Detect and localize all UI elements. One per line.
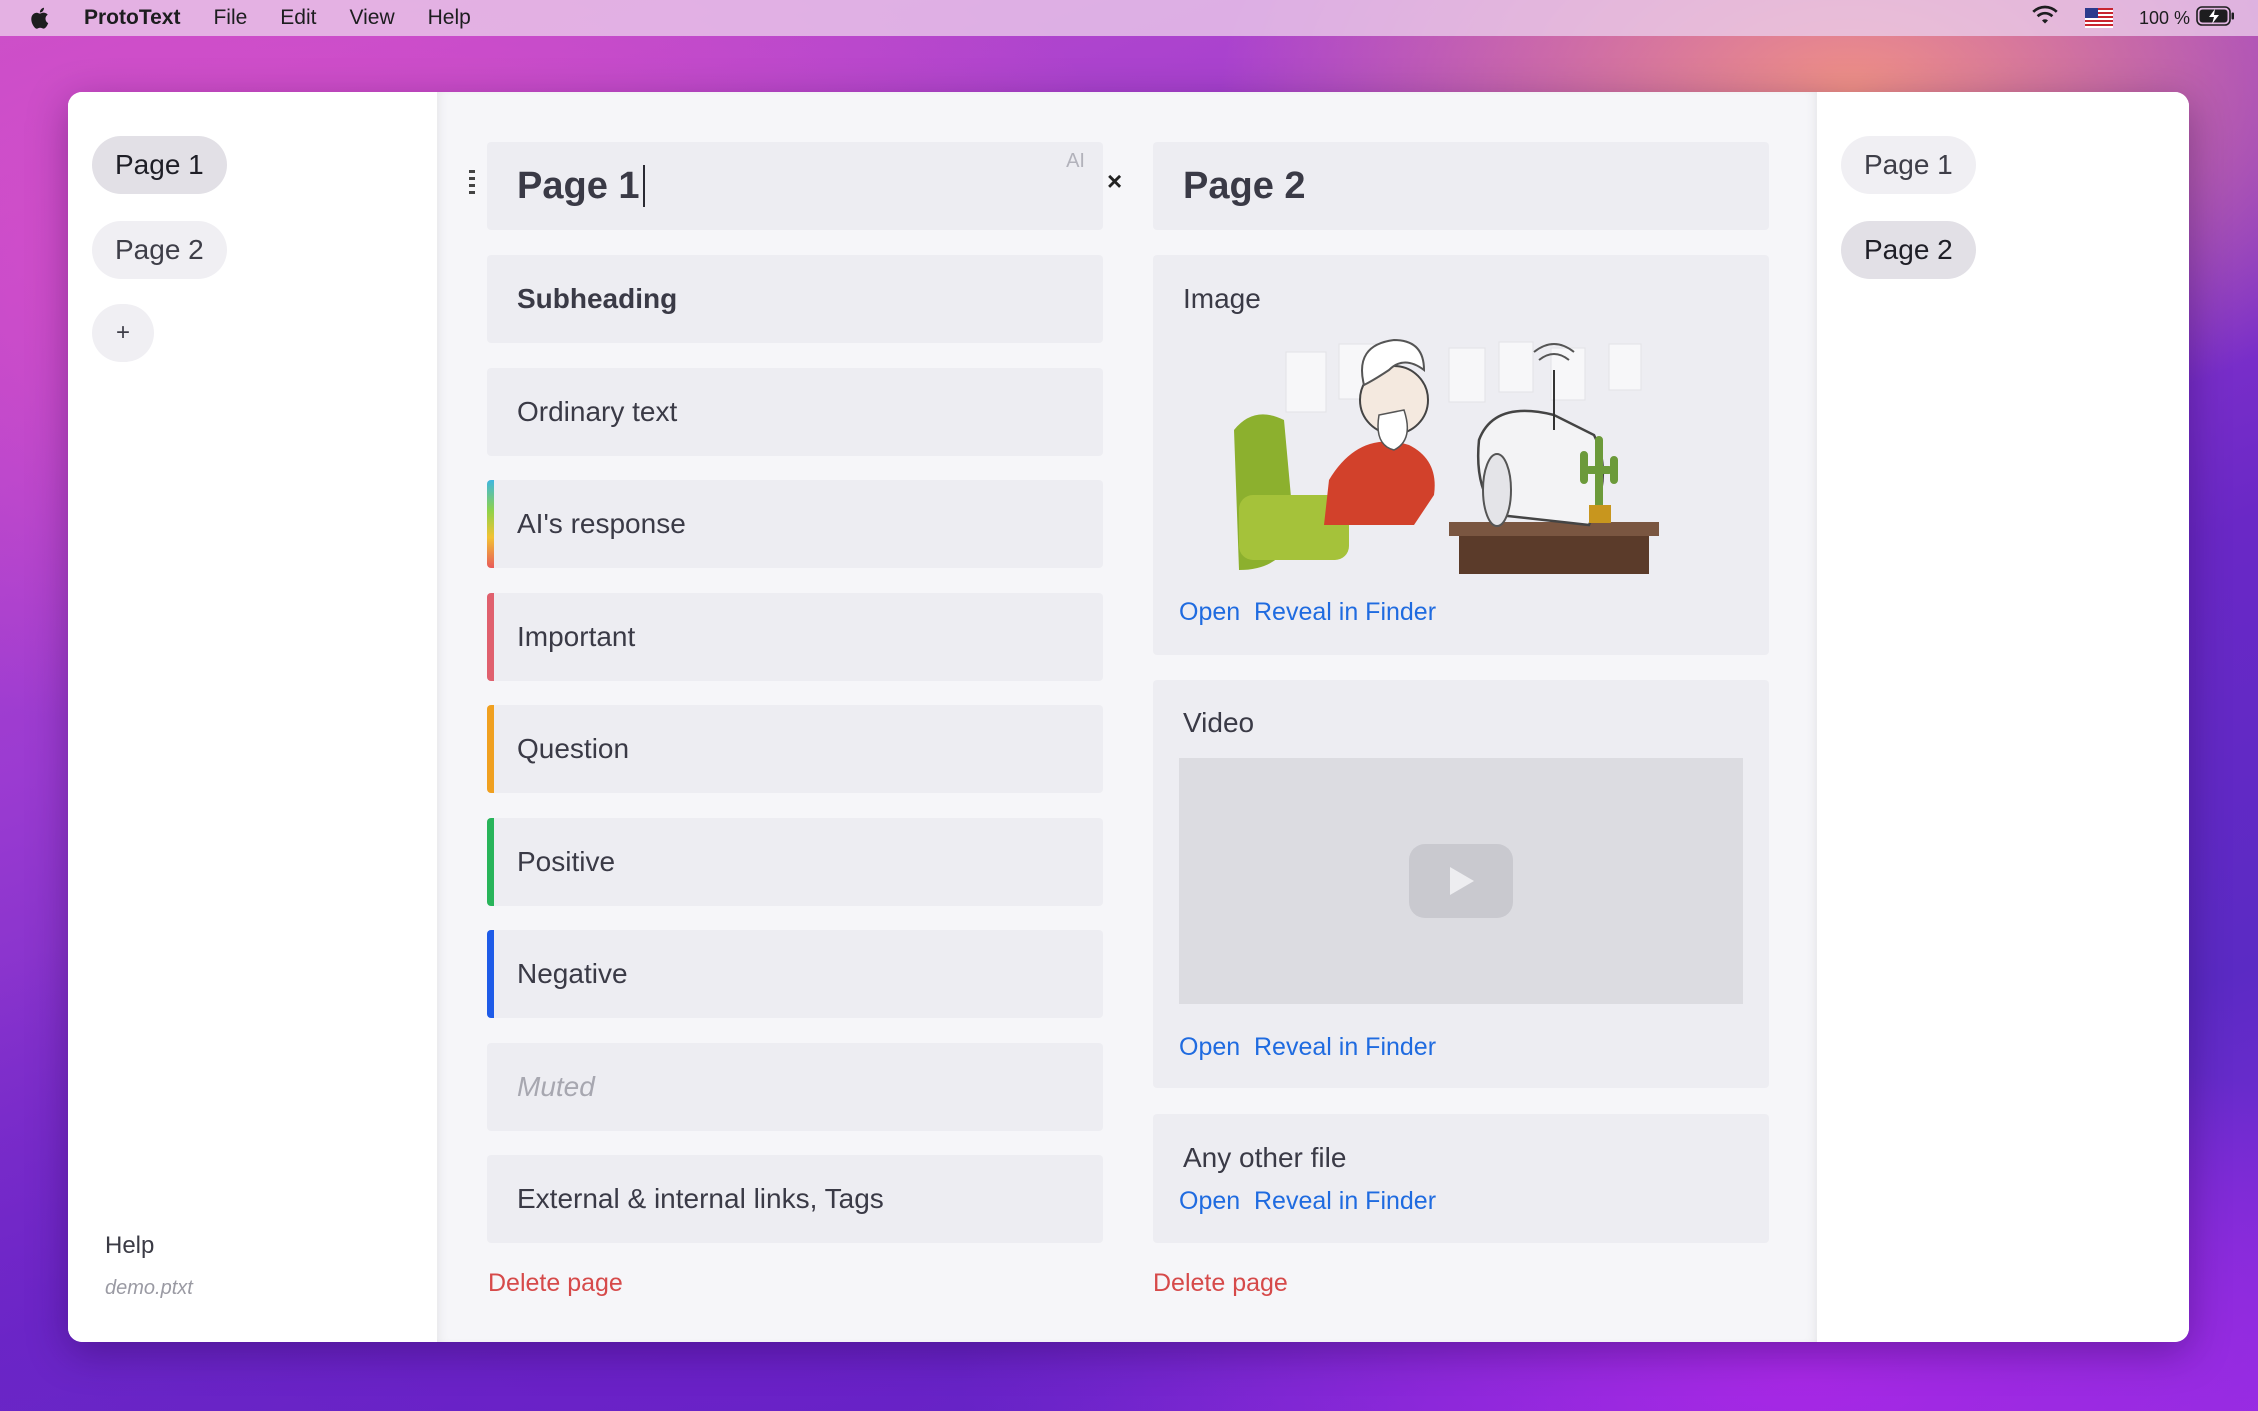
ai-button[interactable]: AI: [1066, 150, 1085, 173]
block-subheading[interactable]: Subheading: [487, 255, 1103, 343]
block-text: Positive: [517, 846, 616, 877]
page2-title[interactable]: Page 2: [1183, 142, 1306, 230]
block-ai-response[interactable]: AI's response: [487, 480, 1103, 568]
app-window: Page 1 Page 2 + Help demo.ptxt Page 1 Pa…: [68, 92, 2189, 1342]
image-reveal-link[interactable]: Reveal in Finder: [1254, 598, 1436, 627]
battery-charging-icon: [2196, 5, 2236, 31]
menu-app-name[interactable]: ProtoText: [84, 6, 180, 30]
image-card: Image Open Reveal in Finder: [1153, 255, 1769, 655]
other-file-card: Any other file Open Reveal in Finder: [1153, 1114, 1769, 1243]
video-label: Video: [1183, 707, 1255, 738]
menu-view[interactable]: View: [349, 6, 394, 30]
file-open-link[interactable]: Open: [1179, 1187, 1240, 1216]
right-page-tab-1[interactable]: Page 1: [1841, 136, 1976, 194]
help-link[interactable]: Help: [105, 1232, 154, 1260]
right-page-tab-2[interactable]: Page 2: [1841, 221, 1976, 279]
delete-page1-button[interactable]: Delete page: [488, 1269, 623, 1298]
page2-title-card[interactable]: Page 2: [1153, 142, 1769, 230]
drag-handle-icon[interactable]: [467, 168, 477, 198]
us-flag-icon[interactable]: [2084, 8, 2113, 28]
battery-percent: 100 %: [2138, 7, 2190, 28]
page1-title[interactable]: Page 1: [517, 165, 640, 208]
delete-page2-button[interactable]: Delete page: [1153, 1269, 1288, 1298]
block-text: Ordinary text: [517, 396, 678, 427]
file-reveal-link[interactable]: Reveal in Finder: [1254, 1187, 1436, 1216]
block-negative[interactable]: Negative: [487, 930, 1103, 1018]
close-page-icon[interactable]: ×: [1107, 166, 1122, 197]
text-caret: [642, 165, 645, 207]
block-ordinary[interactable]: Ordinary text: [487, 368, 1103, 456]
page1-title-card[interactable]: Page 1 AI: [487, 142, 1103, 230]
block-muted[interactable]: Muted: [487, 1043, 1103, 1131]
apple-icon[interactable]: [30, 6, 52, 30]
video-reveal-link[interactable]: Reveal in Finder: [1254, 1033, 1436, 1062]
left-page-tab-2[interactable]: Page 2: [92, 221, 227, 279]
video-card: Video Open Reveal in Finder: [1153, 680, 1769, 1088]
left-sidebar: Page 1 Page 2 + Help demo.ptxt: [68, 92, 437, 1342]
block-links-tags[interactable]: External & internal links, Tags: [487, 1155, 1103, 1243]
menu-file[interactable]: File: [213, 6, 247, 30]
video-open-link[interactable]: Open: [1179, 1033, 1240, 1062]
block-text: AI's response: [517, 508, 686, 539]
block-text: Question: [517, 733, 630, 764]
image-preview[interactable]: [1179, 330, 1699, 574]
block-important[interactable]: Important: [487, 593, 1103, 681]
video-preview[interactable]: [1179, 758, 1743, 1004]
block-text: Negative: [517, 958, 628, 989]
block-text: Important: [517, 621, 636, 652]
play-icon[interactable]: [1409, 844, 1513, 918]
file-name: demo.ptxt: [105, 1277, 193, 1299]
menu-edit[interactable]: Edit: [280, 6, 316, 30]
block-text: External & internal links, Tags: [517, 1183, 884, 1214]
menu-bar: ProtoText File Edit View Help 100 %: [0, 0, 2258, 36]
block-question[interactable]: Question: [487, 705, 1103, 793]
right-sidebar: Page 1 Page 2: [1817, 92, 2189, 1342]
image-open-link[interactable]: Open: [1179, 598, 1240, 627]
block-text: Subheading: [517, 283, 678, 314]
image-label: Image: [1183, 283, 1261, 314]
wifi-icon[interactable]: [2031, 5, 2059, 32]
menu-help[interactable]: Help: [428, 6, 471, 30]
battery-status[interactable]: 100 %: [2138, 5, 2236, 31]
add-page-button[interactable]: +: [92, 304, 154, 362]
left-page-tab-1[interactable]: Page 1: [92, 136, 227, 194]
block-text: Muted: [517, 1071, 595, 1102]
block-positive[interactable]: Positive: [487, 818, 1103, 906]
other-file-label: Any other file: [1183, 1142, 1347, 1173]
